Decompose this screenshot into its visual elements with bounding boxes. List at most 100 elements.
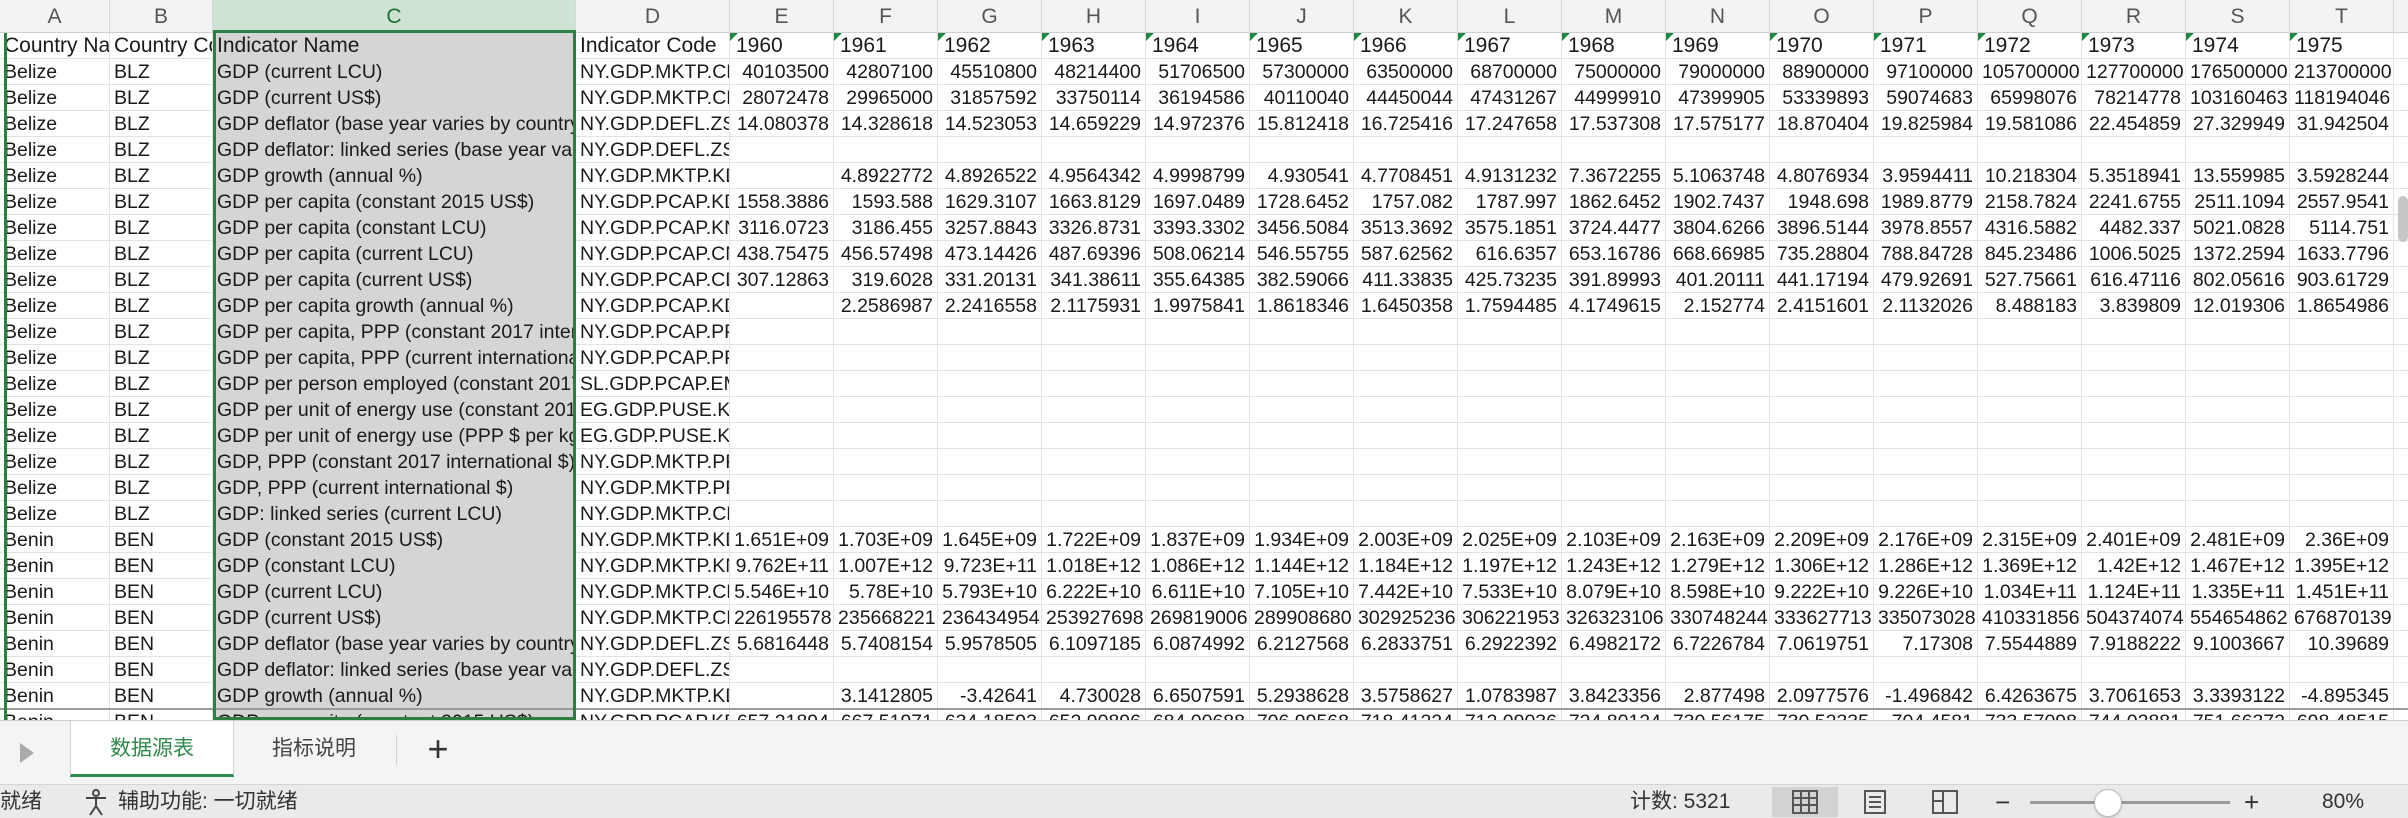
table-cell[interactable]: 6.7226784 bbox=[1666, 631, 1770, 657]
table-cell[interactable]: GDP, PPP (constant 2017 international $) bbox=[213, 449, 576, 475]
table-cell[interactable]: 704.4581 bbox=[1874, 709, 1978, 720]
table-cell[interactable]: 4482.337 bbox=[2082, 215, 2186, 241]
table-cell[interactable] bbox=[2186, 319, 2290, 345]
table-cell[interactable]: 1728.6452 bbox=[1250, 189, 1354, 215]
table-cell[interactable]: Belize bbox=[0, 59, 110, 85]
table-cell[interactable]: 2.025E+09 bbox=[1458, 527, 1562, 553]
table-cell[interactable]: 14.080378 bbox=[730, 111, 834, 137]
table-cell[interactable] bbox=[1458, 371, 1562, 397]
table-cell[interactable]: 4.9998799 bbox=[1146, 163, 1250, 189]
table-cell[interactable] bbox=[1354, 371, 1458, 397]
table-cell[interactable] bbox=[1354, 319, 1458, 345]
table-cell[interactable]: GDP per unit of energy use (constant 201… bbox=[213, 397, 576, 423]
table-cell[interactable]: Belize bbox=[0, 449, 110, 475]
table-cell[interactable] bbox=[730, 683, 834, 709]
table-cell[interactable]: 730.56175 bbox=[1666, 709, 1770, 720]
table-cell[interactable]: GDP deflator (base year varies by countr… bbox=[213, 631, 576, 657]
table-cell[interactable]: 744.02881 bbox=[2082, 709, 2186, 720]
table-cell[interactable]: 16.725416 bbox=[1354, 111, 1458, 137]
header-cell[interactable]: 1965 bbox=[1250, 33, 1354, 59]
table-cell[interactable]: 307.12863 bbox=[730, 267, 834, 293]
table-cell[interactable]: 441.17194 bbox=[1770, 267, 1874, 293]
table-cell[interactable]: 2.103E+09 bbox=[1562, 527, 1666, 553]
table-cell[interactable]: 127700000 bbox=[2082, 59, 2186, 85]
table-cell[interactable] bbox=[938, 345, 1042, 371]
table-cell[interactable]: Belize bbox=[0, 371, 110, 397]
table-cell[interactable]: 14.659229 bbox=[1042, 111, 1146, 137]
table-cell[interactable] bbox=[1042, 423, 1146, 449]
table-cell[interactable]: 9.762E+11 bbox=[730, 553, 834, 579]
table-cell[interactable] bbox=[1874, 319, 1978, 345]
table-cell[interactable]: 63500000 bbox=[1354, 59, 1458, 85]
table-cell[interactable]: 1.722E+09 bbox=[1042, 527, 1146, 553]
column-header-r[interactable]: R bbox=[2082, 0, 2186, 33]
table-cell[interactable] bbox=[1562, 345, 1666, 371]
table-cell[interactable] bbox=[1458, 449, 1562, 475]
table-cell[interactable]: 410331856 bbox=[1978, 605, 2082, 631]
table-cell[interactable] bbox=[1562, 371, 1666, 397]
table-cell[interactable]: Belize bbox=[0, 397, 110, 423]
table-cell[interactable] bbox=[1250, 345, 1354, 371]
table-cell[interactable]: Benin bbox=[0, 527, 110, 553]
table-cell[interactable]: 1697.0489 bbox=[1146, 189, 1250, 215]
table-cell[interactable]: 40110040 bbox=[1250, 85, 1354, 111]
table-cell[interactable] bbox=[730, 137, 834, 163]
table-cell[interactable]: 411.33835 bbox=[1354, 267, 1458, 293]
table-cell[interactable] bbox=[2082, 137, 2186, 163]
table-cell[interactable] bbox=[2290, 137, 2394, 163]
tab-scroll-arrow-icon[interactable] bbox=[20, 743, 34, 763]
table-cell[interactable]: 1948.698 bbox=[1770, 189, 1874, 215]
table-cell[interactable]: GDP (current US$) bbox=[213, 85, 576, 111]
table-cell[interactable]: 31.942504 bbox=[2290, 111, 2394, 137]
table-cell[interactable]: 118194046 bbox=[2290, 85, 2394, 111]
table-cell[interactable]: 1.8654986 bbox=[2290, 293, 2394, 319]
table-cell[interactable]: Belize bbox=[0, 163, 110, 189]
table-cell[interactable]: 6.611E+10 bbox=[1146, 579, 1250, 605]
table-cell[interactable] bbox=[1978, 397, 2082, 423]
table-cell[interactable] bbox=[1354, 345, 1458, 371]
table-cell[interactable]: Benin bbox=[0, 605, 110, 631]
table-cell[interactable] bbox=[1666, 657, 1770, 683]
table-cell[interactable]: GDP (constant 2015 US$) bbox=[213, 527, 576, 553]
column-header-s[interactable]: S bbox=[2186, 0, 2290, 33]
table-cell[interactable]: 2.1175931 bbox=[1042, 293, 1146, 319]
table-cell[interactable]: 5.7408154 bbox=[834, 631, 938, 657]
zoom-out-button[interactable]: − bbox=[1995, 785, 2010, 818]
header-cell[interactable]: 1973 bbox=[2082, 33, 2186, 59]
table-cell[interactable] bbox=[1250, 475, 1354, 501]
table-cell[interactable]: 7.442E+10 bbox=[1354, 579, 1458, 605]
table-cell[interactable] bbox=[730, 423, 834, 449]
table-cell[interactable]: Belize bbox=[0, 215, 110, 241]
zoom-level[interactable]: 80% bbox=[2322, 785, 2364, 818]
table-cell[interactable]: NY.GDP.MKTP.CD bbox=[576, 605, 730, 631]
table-cell[interactable]: 59074683 bbox=[1874, 85, 1978, 111]
spreadsheet-grid[interactable]: ABCDEFGHIJKLMNOPQRST Country NameCountry… bbox=[0, 0, 2408, 720]
table-cell[interactable] bbox=[730, 657, 834, 683]
table-cell[interactable]: GDP per person employed (constant 2017 P… bbox=[213, 371, 576, 397]
header-cell[interactable]: 1968 bbox=[1562, 33, 1666, 59]
table-cell[interactable]: 6.4263675 bbox=[1978, 683, 2082, 709]
table-cell[interactable]: 5021.0828 bbox=[2186, 215, 2290, 241]
table-cell[interactable] bbox=[1666, 319, 1770, 345]
vertical-scrollbar-thumb[interactable] bbox=[2398, 196, 2408, 242]
table-cell[interactable]: 456.57498 bbox=[834, 241, 938, 267]
table-cell[interactable] bbox=[1978, 475, 2082, 501]
table-cell[interactable]: 8.598E+10 bbox=[1666, 579, 1770, 605]
table-cell[interactable]: Belize bbox=[0, 423, 110, 449]
table-cell[interactable] bbox=[1978, 423, 2082, 449]
table-cell[interactable] bbox=[834, 501, 938, 527]
table-cell[interactable]: 1.451E+11 bbox=[2290, 579, 2394, 605]
table-cell[interactable] bbox=[2290, 475, 2394, 501]
table-cell[interactable]: NY.GDP.PCAP.KD.ZG bbox=[576, 293, 730, 319]
table-cell[interactable]: 698.48515 bbox=[2290, 709, 2394, 720]
table-cell[interactable] bbox=[1770, 397, 1874, 423]
table-cell[interactable]: 78214778 bbox=[2082, 85, 2186, 111]
table-cell[interactable]: 706.99568 bbox=[1250, 709, 1354, 720]
table-cell[interactable]: NY.GDP.PCAP.PP.CD bbox=[576, 345, 730, 371]
table-cell[interactable] bbox=[2186, 501, 2290, 527]
table-cell[interactable]: 1.184E+12 bbox=[1354, 553, 1458, 579]
table-cell[interactable] bbox=[2186, 345, 2290, 371]
table-cell[interactable] bbox=[1042, 475, 1146, 501]
table-cell[interactable] bbox=[938, 501, 1042, 527]
table-cell[interactable]: BEN bbox=[110, 527, 213, 553]
